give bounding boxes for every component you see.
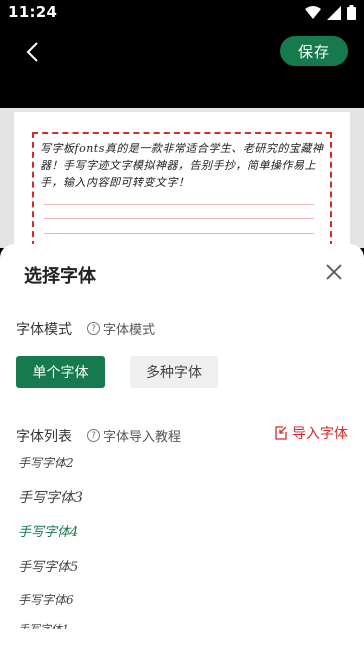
- help-icon: ?: [87, 429, 100, 442]
- import-font-label: 导入字体: [292, 426, 348, 442]
- status-bar: 11:24: [0, 0, 364, 26]
- chevron-left-icon: [26, 42, 38, 62]
- font-list-item[interactable]: 手写字体3: [18, 487, 83, 507]
- font-import-tutorial-text: 字体导入教程: [103, 430, 182, 445]
- status-time: 11:24: [8, 3, 58, 21]
- ruled-line: [44, 204, 314, 205]
- single-font-button[interactable]: 单个字体: [16, 356, 105, 388]
- close-button[interactable]: [322, 260, 346, 284]
- font-list-item[interactable]: 手写字体1: [18, 621, 69, 629]
- help-icon: ?: [87, 322, 100, 335]
- ruled-line: [44, 233, 314, 234]
- preview-area: 写字板fonts真的是一款非常适合学生、老研究的宝藏神器！手写字迹文字模拟神器，…: [0, 108, 364, 312]
- preview-text: 写字板fonts真的是一款非常适合学生、老研究的宝藏神器！手写字迹文字模拟神器，…: [40, 142, 324, 189]
- font-select-sheet: 选择字体 字体模式 ? 字体模式 单个字体 多种字体 字体列表 ? 字体导入教程…: [0, 244, 364, 647]
- font-list-item[interactable]: 手写字体6: [18, 591, 74, 608]
- font-list-label: 字体列表: [16, 429, 72, 445]
- signal-icon: [327, 5, 341, 20]
- preview-text-box[interactable]: 写字板fonts真的是一款非常适合学生、老研究的宝藏神器！手写字迹文字模拟神器，…: [32, 132, 332, 247]
- import-icon: [275, 426, 287, 440]
- sheet-title: 选择字体: [24, 266, 96, 287]
- font-list-item-selected[interactable]: 手写字体4: [18, 521, 78, 540]
- ruled-line: [44, 218, 314, 219]
- wifi-icon: [305, 5, 321, 19]
- font-mode-label: 字体模式: [16, 322, 72, 338]
- top-toolbar: 保存: [0, 26, 364, 108]
- close-icon: [326, 264, 342, 280]
- multi-font-button[interactable]: 多种字体: [130, 356, 218, 388]
- status-icons: [305, 5, 356, 20]
- import-font-button[interactable]: 导入字体: [274, 423, 348, 443]
- font-mode-help-text: 字体模式: [103, 323, 156, 338]
- font-list-item[interactable]: 手写字体2: [18, 454, 74, 471]
- battery-icon: [347, 5, 356, 20]
- font-mode-help[interactable]: ? 字体模式: [87, 319, 155, 338]
- back-button[interactable]: [18, 38, 46, 66]
- font-list-item[interactable]: 手写字体5: [18, 556, 78, 575]
- save-button[interactable]: 保存: [280, 36, 348, 66]
- font-import-tutorial[interactable]: ? 字体导入教程: [87, 426, 181, 445]
